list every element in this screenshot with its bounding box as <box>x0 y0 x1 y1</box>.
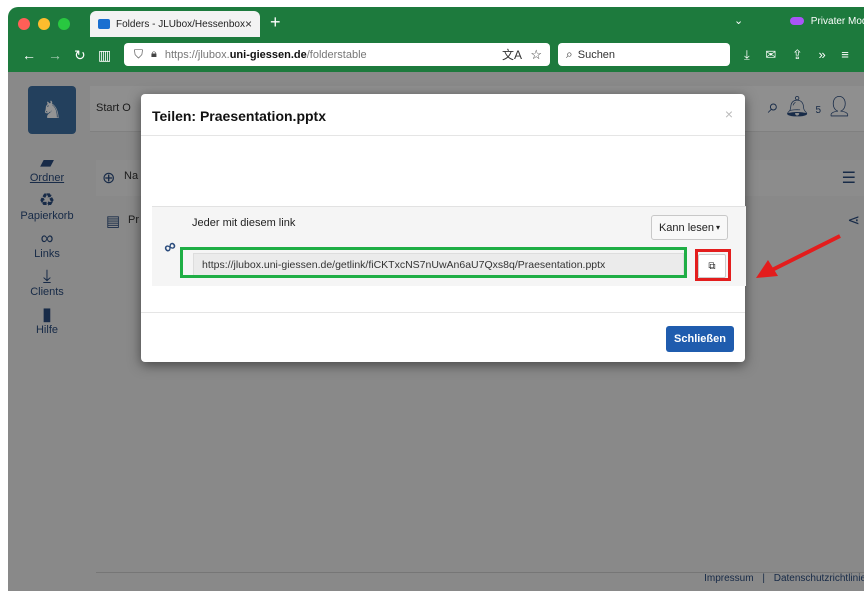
private-mode-indicator: Privater Modus <box>790 16 864 27</box>
file-name[interactable]: Pr <box>128 214 139 226</box>
tab-favicon-icon <box>98 19 110 29</box>
caret-down-icon: ▾ <box>716 223 721 232</box>
breadcrumb[interactable]: Start O <box>96 102 131 114</box>
private-mode-label: Privater Modus <box>810 16 864 27</box>
share-icon[interactable]: ⋖ <box>847 211 860 229</box>
tab-list-chevron-icon[interactable]: ⌄ <box>734 14 743 27</box>
forward-icon[interactable]: → <box>48 47 62 63</box>
tab-close-icon[interactable]: × <box>245 17 252 31</box>
jlubox-logo[interactable]: ♞ <box>28 86 76 134</box>
dialog-title: Teilen: Praesentation.pptx <box>152 108 326 124</box>
downloads-icon[interactable]: ⤓ <box>744 47 750 62</box>
url-text: https://jlubox.uni-giessen.de/folderstab… <box>164 48 367 61</box>
sidebar-item-papierkorb[interactable]: ♻ Papierkorb <box>8 190 86 222</box>
new-menu-label[interactable]: Na <box>124 170 138 182</box>
impressum-link[interactable]: Impressum <box>704 573 753 584</box>
footer-separator: | <box>762 573 765 584</box>
search-icon: ⌕ <box>566 47 573 61</box>
link-highlight-box <box>180 247 687 278</box>
share-dialog: Teilen: Praesentation.pptx × ∞ Jeder mit… <box>141 94 746 362</box>
recycle-icon: ♻ <box>38 190 56 210</box>
notification-count: 5 <box>815 105 822 116</box>
share-link-panel: ∞ Jeder mit diesem link Kann lesen ▾ htt… <box>152 206 746 286</box>
copy-highlight-box <box>695 249 731 281</box>
bell-icon[interactable]: 🔔︎ <box>785 96 810 118</box>
page-footer: Impressum | Datenschutzrichtlinie <box>96 572 864 591</box>
minimize-window-icon[interactable] <box>38 18 50 30</box>
tab-title: Folders - JLUbox/Hessenbox <box>116 18 245 30</box>
browser-tab[interactable]: Folders - JLUbox/Hessenbox × <box>90 11 260 37</box>
download-icon: ⤓ <box>43 266 51 286</box>
lion-icon: ♞ <box>41 97 63 124</box>
add-icon[interactable]: ⊕ <box>102 168 115 188</box>
sidebar: ▰ Ordner ♻ Papierkorb ∞ Links ⤓ Clients … <box>8 152 86 342</box>
close-button[interactable]: Schließen <box>666 326 734 352</box>
permission-dropdown[interactable]: Kann lesen ▾ <box>651 215 728 240</box>
overflow-icon[interactable]: » <box>818 47 825 62</box>
search-placeholder: Suchen <box>577 48 616 61</box>
sidebar-item-ordner[interactable]: ▰ Ordner <box>8 152 86 184</box>
address-bar[interactable]: ⛉ 🔒︎ https://jlubox.uni-giessen.de/folde… <box>124 43 550 66</box>
divider <box>141 312 745 313</box>
tab-bar: Folders - JLUbox/Hessenbox × + ⌄ Private… <box>8 7 864 38</box>
datenschutz-link[interactable]: Datenschutzrichtlinie <box>774 573 864 584</box>
file-icon: ▤ <box>106 213 121 230</box>
bookmark-star-icon[interactable]: ☆ <box>530 47 542 63</box>
divider <box>141 135 745 136</box>
search-input[interactable]: ⌕ Suchen <box>558 43 730 66</box>
top-right-icons: ⌕ 🔔︎ 5 👤︎ <box>768 94 852 119</box>
link-icon: ∞ <box>40 228 54 248</box>
back-icon[interactable]: ← <box>22 47 36 63</box>
lock-icon[interactable]: 🔒︎ <box>151 48 157 61</box>
translate-icon[interactable]: 文A <box>502 46 522 63</box>
tracking-shield-icon[interactable]: ⛉ <box>134 47 143 62</box>
dialog-close-icon[interactable]: × <box>725 106 733 122</box>
private-mask-icon <box>790 17 804 26</box>
maximize-window-icon[interactable] <box>58 18 70 30</box>
list-view-icon[interactable]: ☰ <box>842 168 856 188</box>
folder-icon: ▰ <box>40 152 54 172</box>
annotation-arrow-icon <box>756 234 841 278</box>
link-icon: ∞ <box>159 235 180 258</box>
reload-icon[interactable]: ↻ <box>74 47 86 63</box>
sidebar-item-hilfe[interactable]: ▮ Hilfe <box>8 304 86 336</box>
close-window-icon[interactable] <box>18 18 30 30</box>
navigation-bar: ← → ↻ ▥ ⛉ 🔒︎ https://jlubox.uni-giessen.… <box>8 38 864 72</box>
user-icon[interactable]: 👤︎ <box>827 96 852 118</box>
search-icon[interactable]: ⌕ <box>768 96 779 118</box>
sidebar-toggle-icon[interactable]: ▥ <box>98 47 111 63</box>
new-tab-button[interactable]: + <box>270 12 281 32</box>
pocket-icon[interactable]: ✉ <box>765 47 776 62</box>
book-icon: ▮ <box>42 304 52 324</box>
share-scope-label: Jeder mit diesem link <box>192 217 296 229</box>
extensions-icon[interactable]: ⇪ <box>792 47 803 62</box>
sidebar-item-links[interactable]: ∞ Links <box>8 228 86 260</box>
toolbar-icons: ⤓ ✉ ⇪ » ≡ <box>744 47 861 63</box>
menu-icon[interactable]: ≡ <box>841 47 849 62</box>
sidebar-item-clients[interactable]: ⤓ Clients <box>8 266 86 298</box>
